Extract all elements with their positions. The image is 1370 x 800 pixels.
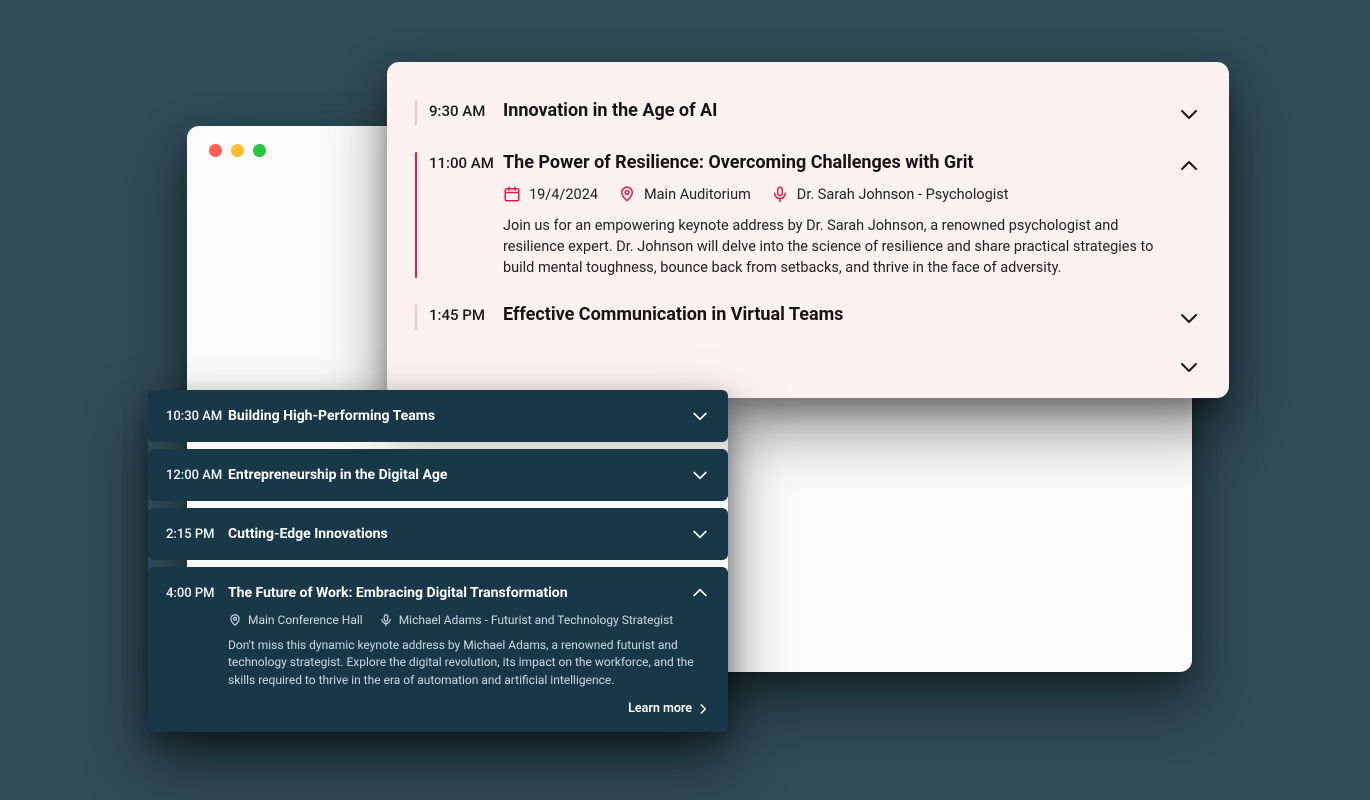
schedule-card-dark: 10:30 AM Building High-Performing Teams …	[148, 390, 728, 732]
location-pin-icon	[618, 185, 636, 203]
chevron-down-icon[interactable]	[1175, 353, 1201, 379]
learn-more-link[interactable]: Learn more	[166, 701, 710, 716]
schedule-title: Entrepreneurship in the Digital Age	[228, 467, 688, 483]
schedule-item[interactable]: 4:00 PM The Future of Work: Embracing Di…	[148, 567, 728, 732]
schedule-date: 19/4/2024	[529, 186, 598, 203]
schedule-time: 4:00 PM	[166, 586, 228, 601]
schedule-item[interactable]: 12:00 AM Entrepreneurship in the Digital…	[148, 449, 728, 501]
schedule-time: 2:15 PM	[166, 527, 228, 542]
chevron-down-icon[interactable]	[1175, 304, 1201, 330]
schedule-item[interactable]: 10:30 AM Building High-Performing Teams	[148, 390, 728, 442]
schedule-card-light: 9:30 AM Innovation in the Age of AI 11:0…	[387, 62, 1229, 398]
accent-bar	[415, 152, 417, 278]
schedule-title: The Future of Work: Embracing Digital Tr…	[228, 585, 688, 601]
schedule-speaker: Michael Adams - Futurist and Technology …	[399, 613, 674, 627]
schedule-item[interactable]: 9:30 AM Innovation in the Age of AI	[415, 88, 1201, 140]
chevron-down-icon[interactable]	[688, 524, 710, 544]
schedule-item[interactable]: 11:00 AM The Power of Resilience: Overco…	[415, 140, 1201, 292]
accent-bar	[415, 304, 417, 330]
schedule-time: 10:30 AM	[166, 409, 228, 424]
chevron-down-icon[interactable]	[688, 465, 710, 485]
schedule-time: 1:45 PM	[429, 304, 503, 324]
window-controls	[209, 144, 266, 157]
chevron-down-icon[interactable]	[688, 406, 710, 426]
schedule-time: 11:00 AM	[429, 152, 503, 172]
location-pin-icon	[228, 613, 242, 627]
schedule-title: Building High-Performing Teams	[228, 408, 688, 424]
calendar-icon	[503, 185, 521, 203]
schedule-title: Cutting-Edge Innovations	[228, 526, 688, 542]
schedule-time: 12:00 AM	[166, 468, 228, 483]
schedule-location: Main Conference Hall	[248, 613, 363, 627]
chevron-down-icon[interactable]	[1175, 100, 1201, 126]
chevron-up-icon[interactable]	[1175, 152, 1201, 178]
schedule-title: Effective Communication in Virtual Teams	[503, 304, 1175, 325]
schedule-description: Don't miss this dynamic keynote address …	[228, 637, 710, 689]
schedule-item[interactable]	[415, 344, 1201, 388]
schedule-location: Main Auditorium	[644, 186, 751, 203]
schedule-item[interactable]: 1:45 PM Effective Communication in Virtu…	[415, 292, 1201, 344]
microphone-icon	[771, 185, 789, 203]
minimize-icon[interactable]	[231, 144, 244, 157]
schedule-title: The Power of Resilience: Overcoming Chal…	[503, 152, 1175, 173]
schedule-description: Join us for an empowering keynote addres…	[503, 215, 1175, 278]
schedule-time: 9:30 AM	[429, 100, 503, 120]
accent-bar	[415, 100, 417, 126]
maximize-icon[interactable]	[253, 144, 266, 157]
schedule-item[interactable]: 2:15 PM Cutting-Edge Innovations	[148, 508, 728, 560]
schedule-meta: Main Conference Hall Michael Adams - Fut…	[228, 613, 710, 627]
close-icon[interactable]	[209, 144, 222, 157]
chevron-right-icon	[696, 702, 710, 716]
schedule-speaker: Dr. Sarah Johnson - Psychologist	[797, 186, 1009, 203]
chevron-up-icon[interactable]	[688, 583, 710, 603]
schedule-title: Innovation in the Age of AI	[503, 100, 1175, 121]
learn-more-label: Learn more	[628, 701, 692, 716]
schedule-meta: 19/4/2024 Main Auditorium Dr. Sarah John…	[503, 185, 1175, 203]
microphone-icon	[379, 613, 393, 627]
